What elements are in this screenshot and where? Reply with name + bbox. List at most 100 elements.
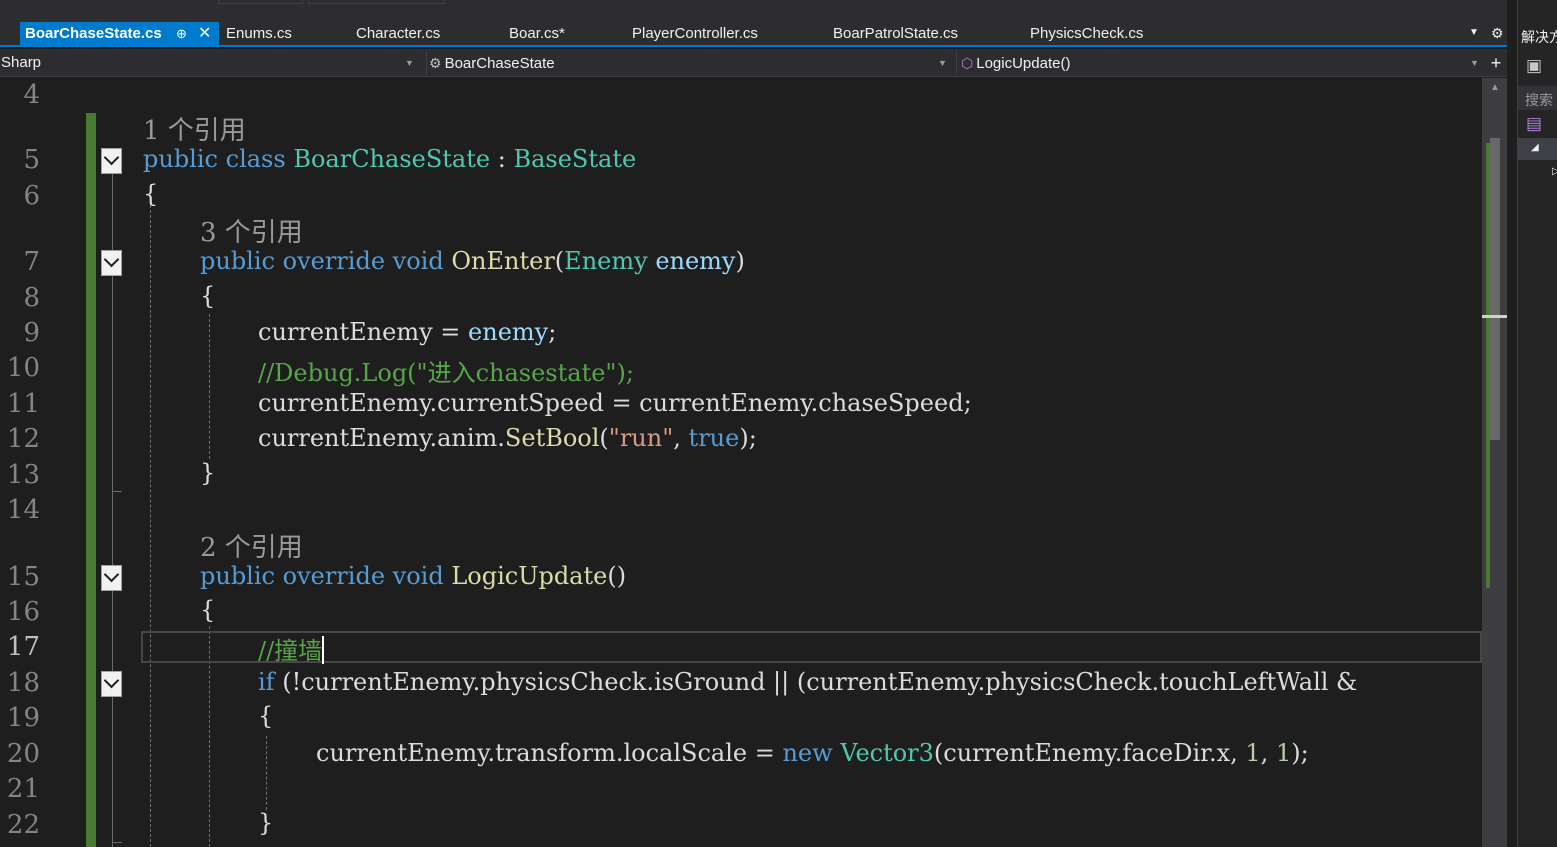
tab-enums[interactable]: Enums.cs (226, 22, 292, 45)
code-line-9[interactable]: currentEnemy = enemy; (258, 318, 556, 346)
expand-arrow-icon[interactable]: ◢ (1531, 142, 1539, 153)
line-number: 4 (23, 80, 40, 110)
vertical-scrollbar[interactable]: ▲ (1482, 78, 1507, 847)
code-token: Enemy (564, 247, 648, 275)
solution-search-input[interactable]: 搜索 (1518, 86, 1557, 110)
code-token: new (782, 739, 833, 767)
code-token: if (258, 668, 275, 696)
panel-divider[interactable] (1507, 0, 1517, 847)
scroll-up-icon[interactable]: ▲ (1490, 82, 1500, 93)
code-token: () (607, 562, 627, 590)
collapse-icon[interactable] (101, 250, 122, 276)
panel-title: 解决方 (1521, 29, 1557, 45)
code-token: BaseState (513, 145, 637, 173)
code-token: true (688, 424, 740, 452)
toolbar-stub (308, 0, 445, 4)
code-line-19[interactable]: { (258, 702, 273, 730)
tab-physicscheck[interactable]: PhysicsCheck.cs (1030, 22, 1143, 45)
code-token: SetBool (504, 424, 600, 452)
code-line-7[interactable]: public override void OnEnter(Enemy enemy… (200, 247, 745, 275)
code-line-20[interactable]: currentEnemy.transform.localScale = new … (316, 739, 1309, 767)
references-codelens[interactable]: 1 个引用 (143, 110, 246, 147)
code-token: BoarChaseState (293, 145, 491, 173)
line-number: 20 (6, 739, 40, 769)
tab-boarchasestate[interactable]: BoarChaseState.cs ⊕ ✕ (20, 22, 219, 45)
chevron-down-icon[interactable]: ▼ (938, 58, 947, 68)
line-number: 7 (23, 247, 40, 277)
code-token: void (392, 247, 444, 275)
tab-label: BoarChaseState.cs (25, 25, 162, 42)
member-dropdown[interactable]: ⬡ LogicUpdate() (956, 51, 1482, 75)
class-icon: ⚙ (429, 55, 442, 71)
code-line-5[interactable]: public class BoarChaseState : BaseState (143, 145, 636, 173)
code-line-22[interactable]: } (258, 809, 273, 837)
solution-icon[interactable]: ▤ (1526, 114, 1542, 134)
code-token: public (200, 562, 275, 590)
code-token: LogicUpdate (451, 562, 608, 590)
collapsed-arrow-icon[interactable]: ▷ (1552, 166, 1557, 177)
tab-list-dropdown-icon[interactable]: ▼ (1469, 27, 1479, 38)
tab-character[interactable]: Character.cs (356, 22, 440, 45)
indent-guide (150, 190, 151, 847)
close-icon[interactable]: ✕ (198, 22, 211, 46)
line-number: 6 (23, 181, 40, 211)
gear-icon[interactable]: ⚙ (1491, 25, 1504, 42)
code-token: currentEnemy.anim. (258, 424, 505, 452)
code-token: Vector3 (840, 739, 934, 767)
references-codelens[interactable]: 3 个引用 (200, 212, 303, 249)
code-line-17[interactable]: //撞墙 (258, 631, 325, 666)
tab-playercontroller[interactable]: PlayerController.cs (632, 22, 758, 45)
code-line-15[interactable]: public override void LogicUpdate() (200, 562, 626, 590)
text-caret (322, 636, 325, 664)
code-line-8[interactable]: { (200, 282, 215, 310)
code-token: //撞墙 (258, 637, 323, 665)
line-number-current: 17 (6, 632, 40, 662)
code-line-18[interactable]: if (!currentEnemy.physicsCheck.isGround … (258, 668, 1357, 696)
tab-boarpatrolstate[interactable]: BoarPatrolState.cs (833, 22, 958, 45)
code-line-13[interactable]: } (200, 459, 215, 487)
chevron-down-icon[interactable]: ▼ (1470, 58, 1479, 68)
code-line-12[interactable]: currentEnemy.anim.SetBool("run", true); (258, 424, 757, 452)
code-line-16[interactable]: { (200, 596, 215, 624)
project-dropdown[interactable]: Sharp (1, 51, 416, 75)
code-token: enemy (655, 247, 736, 275)
type-label: BoarChaseState (444, 55, 555, 72)
solution-explorer-panel: 解决方 ▣ 搜索 ▤ ◢ ▷ (1517, 0, 1557, 847)
tab-boar[interactable]: Boar.cs* (509, 22, 565, 45)
chevron-down-icon[interactable]: ▼ (405, 58, 414, 68)
split-window-icon[interactable]: + (1485, 51, 1507, 75)
collapse-icon[interactable] (101, 565, 122, 591)
scrollbar-thumb[interactable] (1490, 138, 1500, 440)
line-number: 16 (6, 597, 40, 627)
code-token: override (282, 562, 386, 590)
code-token: ( (599, 424, 609, 452)
type-dropdown[interactable]: ⚙ BoarChaseState (426, 51, 950, 75)
code-line-6[interactable]: { (143, 180, 158, 208)
code-token: class (225, 145, 286, 173)
code-editor[interactable]: 4 5 6 7 8 9 10 11 12 13 14 15 16 17 18 1… (0, 78, 1482, 847)
code-token: OnEnter (451, 247, 555, 275)
code-token: override (282, 247, 386, 275)
collapse-icon[interactable] (101, 148, 122, 174)
line-number: 11 (6, 389, 40, 419)
sync-icon[interactable]: ▣ (1526, 56, 1542, 76)
line-number: 9 (23, 318, 40, 348)
code-token: 1 (1275, 739, 1292, 767)
member-label: LogicUpdate() (976, 55, 1071, 72)
code-line-10[interactable]: //Debug.Log("进入chasestate"); (258, 353, 634, 388)
code-token: (!currentEnemy.physicsCheck.isGround || … (282, 668, 1358, 696)
code-token: ); (739, 424, 757, 452)
code-token: = (440, 318, 461, 346)
code-token: 1 (1245, 739, 1261, 767)
collapse-icon[interactable] (101, 671, 122, 697)
code-token: public (143, 145, 218, 173)
line-number: 5 (23, 145, 40, 175)
indent-guide (266, 736, 267, 810)
pin-icon[interactable]: ⊕ (176, 22, 187, 46)
line-number: 15 (6, 562, 40, 592)
references-codelens[interactable]: 2 个引用 (200, 527, 303, 564)
project-label: Sharp (1, 54, 42, 71)
code-token: ; (548, 318, 557, 346)
code-token: , (673, 424, 681, 452)
code-line-11[interactable]: currentEnemy.currentSpeed = currentEnemy… (258, 389, 972, 417)
